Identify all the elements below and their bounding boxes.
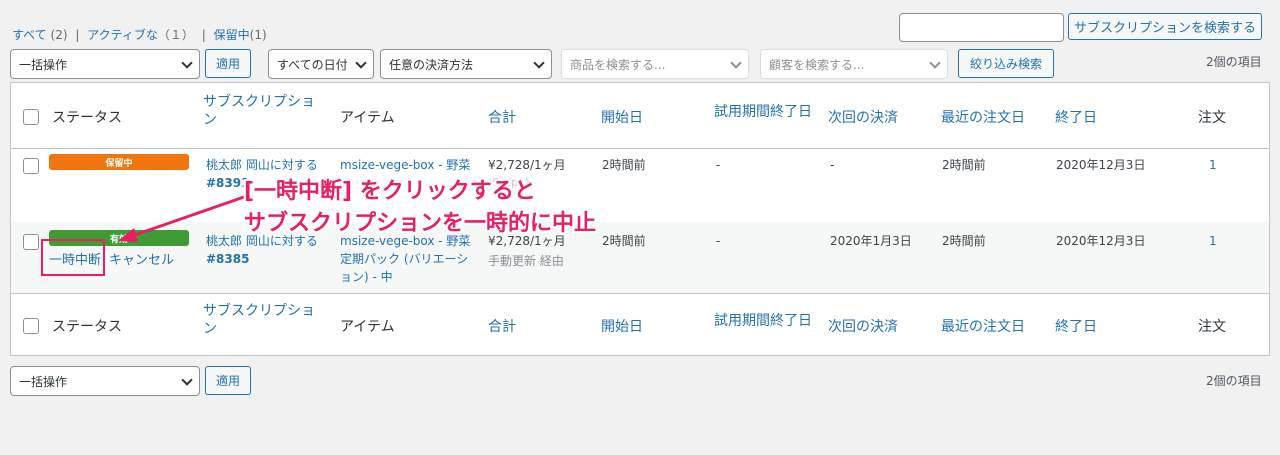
annotation-text-line2: サブスクリプションを一時的に中止 <box>244 211 597 236</box>
annotation-text-line1: [一時中断] をクリックすると <box>244 179 536 204</box>
annotation-arrow <box>118 195 245 242</box>
